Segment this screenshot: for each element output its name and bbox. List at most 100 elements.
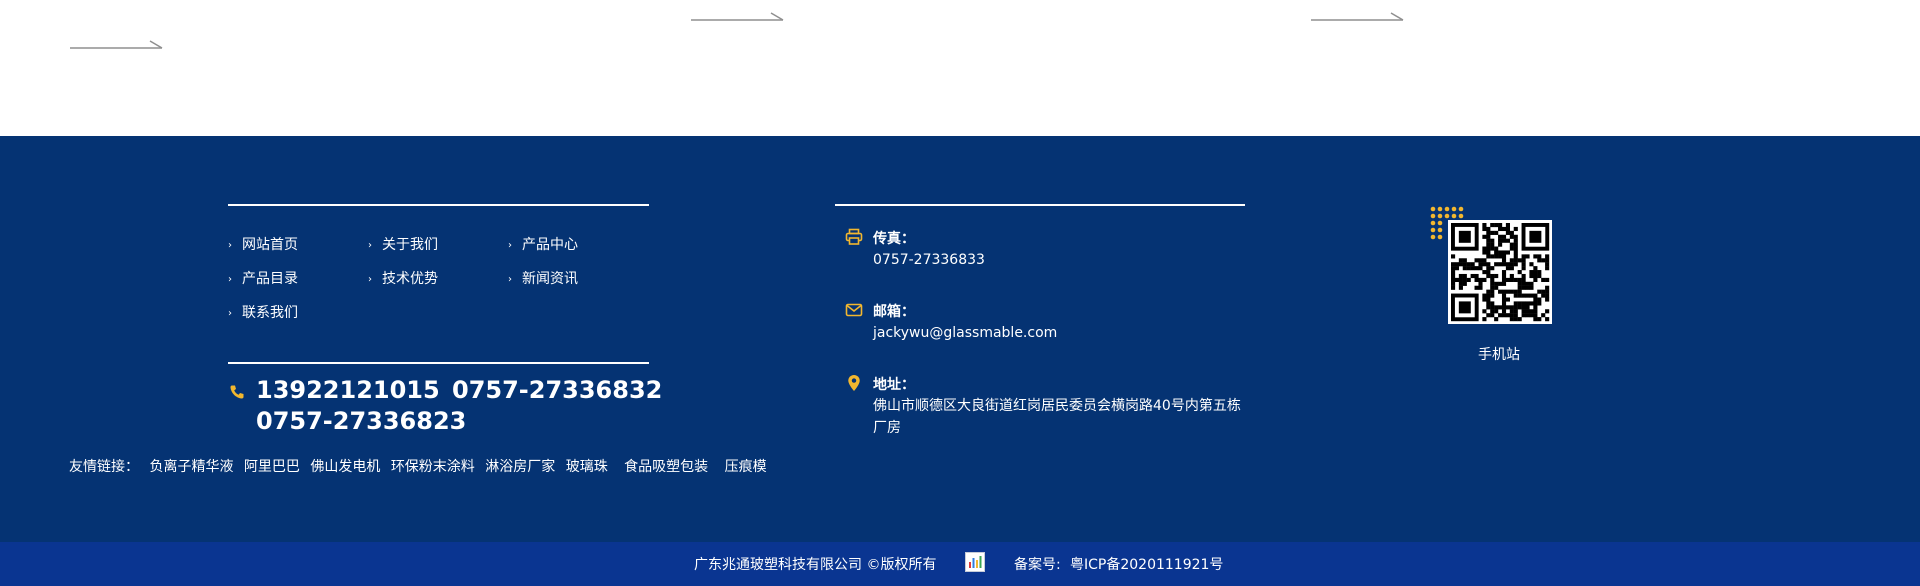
qr-module [1490, 230, 1495, 235]
qr-module [1482, 262, 1487, 267]
qr-module [1498, 234, 1503, 239]
friend-link[interactable]: 玻璃珠 [566, 456, 608, 476]
qr-module [1490, 266, 1495, 271]
qr-module [1545, 262, 1550, 267]
qr-module [1505, 313, 1510, 318]
qr-module [1482, 234, 1487, 239]
nav-item-catalog[interactable]: › 产品目录 [228, 268, 298, 288]
chevron-right-icon: › [508, 240, 512, 251]
more-arrow-link-3[interactable] [1311, 10, 1405, 24]
qr-module [1490, 277, 1495, 282]
qr-module [1521, 285, 1526, 290]
content-area-bottom [0, 0, 1920, 136]
qr-module [1458, 285, 1463, 290]
nav-item-technology[interactable]: › 技术优势 [368, 268, 438, 288]
nav-item-contact[interactable]: › 联系我们 [228, 302, 298, 322]
qr-module [1466, 262, 1471, 267]
friend-link[interactable]: 淋浴房厂家 [485, 456, 555, 476]
qr-module [1513, 250, 1518, 255]
printer-icon [845, 228, 863, 245]
qr-module [1482, 293, 1487, 298]
arrow-right-icon [70, 40, 163, 49]
qr-module [1498, 223, 1503, 228]
qr-module [1494, 281, 1499, 286]
qr-module [1474, 273, 1479, 279]
qr-code-icon [1451, 223, 1550, 322]
qr-module [1501, 262, 1507, 267]
site-stats-badge[interactable] [965, 552, 985, 572]
friend-link[interactable]: 压痕模 [725, 456, 767, 476]
qr-module [1525, 254, 1530, 259]
decorative-dot [1437, 234, 1443, 240]
qr-module [1505, 305, 1510, 310]
qr-module [1462, 266, 1467, 271]
qr-module [1498, 226, 1503, 232]
qr-module [1529, 293, 1534, 298]
qr-module [1533, 297, 1538, 302]
nav-item-about[interactable]: › 关于我们 [368, 234, 438, 254]
qr-module [1451, 254, 1456, 259]
qr-module [1458, 273, 1463, 279]
more-arrow-link-1[interactable] [70, 38, 164, 52]
qr-module [1505, 262, 1510, 267]
qr-module [1486, 226, 1491, 232]
qr-module [1537, 270, 1542, 275]
qr-module [1509, 262, 1514, 267]
qr-module [1533, 293, 1538, 298]
qr-module [1490, 285, 1495, 290]
qr-module [1451, 285, 1456, 290]
icp-link[interactable]: 粤ICP备2020111921号 [1070, 554, 1223, 574]
chevron-right-icon: › [368, 274, 372, 285]
qr-module [1513, 254, 1518, 259]
qr-module [1537, 258, 1542, 263]
friend-link[interactable]: 佛山发电机 [310, 456, 380, 476]
decorative-dot [1430, 220, 1436, 226]
qr-module [1509, 242, 1514, 247]
qr-module [1521, 301, 1526, 306]
qr-module [1545, 277, 1550, 282]
chevron-right-icon: › [508, 274, 512, 285]
friend-link[interactable]: 阿里巴巴 [244, 456, 300, 476]
friend-link[interactable]: 负离子精华液 [149, 456, 233, 476]
nav-item-home[interactable]: › 网站首页 [228, 234, 298, 254]
qr-module [1454, 277, 1460, 282]
qr-module [1501, 309, 1507, 314]
email-label: 邮箱： [873, 304, 915, 320]
qr-module [1486, 254, 1491, 259]
qr-module [1482, 270, 1487, 275]
qr-module [1521, 313, 1526, 318]
qr-module [1501, 289, 1507, 294]
more-arrow-link-2[interactable] [691, 10, 785, 24]
qr-module [1517, 258, 1522, 263]
qr-module [1521, 293, 1526, 298]
nav-item-news[interactable]: › 新闻资讯 [508, 268, 578, 288]
decorative-dot [1437, 220, 1443, 226]
qr-module [1537, 289, 1542, 294]
qr-module [1505, 266, 1510, 271]
qr-module [1454, 262, 1460, 267]
qr-module [1533, 273, 1538, 279]
qr-module [1462, 277, 1467, 282]
qr-module [1525, 301, 1530, 306]
email-value[interactable]: jackywu@glassmable.com [873, 322, 1057, 344]
qr-module [1501, 301, 1507, 306]
friend-link[interactable]: 环保粉末涂料 [391, 456, 475, 476]
qr-module [1505, 238, 1510, 243]
chevron-right-icon: › [368, 240, 372, 251]
office-phone-2: 0757-27336823 [256, 407, 467, 435]
qr-module [1482, 223, 1487, 228]
address-label: 地址： [873, 377, 915, 393]
qr-module [1509, 234, 1514, 239]
qr-module [1486, 234, 1491, 239]
nav-item-products[interactable]: › 产品中心 [508, 234, 578, 254]
qr-module [1490, 242, 1495, 247]
qr-module [1533, 277, 1538, 282]
qr-module [1501, 234, 1507, 239]
mail-icon [845, 303, 863, 317]
qr-module [1517, 293, 1522, 298]
stats-chart-icon [969, 556, 982, 568]
qr-module [1525, 293, 1530, 298]
qr-module [1513, 226, 1518, 232]
friend-link[interactable]: 食品吸塑包装 [624, 456, 708, 476]
qr-module [1521, 281, 1526, 286]
